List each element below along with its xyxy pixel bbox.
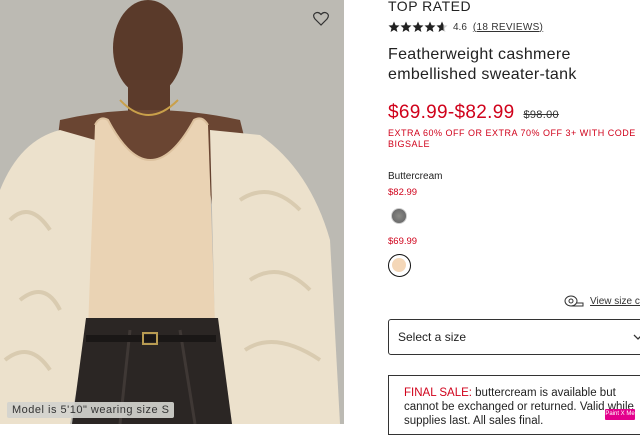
model-illustration xyxy=(0,0,344,424)
star-partial-icon xyxy=(436,21,448,32)
original-price: $98.00 xyxy=(523,109,559,121)
size-chart-link[interactable]: View size ch xyxy=(564,295,640,307)
size-select-placeholder: Select a size xyxy=(398,330,467,344)
star-full-icon xyxy=(412,21,424,32)
buttercream-swatch[interactable] xyxy=(388,254,411,277)
swatch-price-buttercream: $69.99 xyxy=(388,236,418,247)
heather-grey-swatch[interactable] xyxy=(391,208,407,224)
star-full-icon xyxy=(400,21,412,32)
price-row: $69.99-$82.99 $98.00 xyxy=(388,102,559,124)
extension-badge[interactable]: Paint X Me xyxy=(605,409,635,420)
size-select[interactable]: Select a size xyxy=(388,319,640,355)
size-chart-label: View size ch xyxy=(590,295,640,307)
product-title: Featherweight cashmere embellished sweat… xyxy=(388,46,577,83)
promo-message: EXTRA 60% OFF OR EXTRA 70% OFF 3+ WITH C… xyxy=(388,128,636,149)
wishlist-button[interactable] xyxy=(312,9,330,27)
rating-value: 4.6 xyxy=(453,21,467,33)
rating-stars xyxy=(388,21,448,33)
rating-row: 4.6 (18 REVIEWS) xyxy=(388,20,543,34)
model-size-caption: Model is 5'10" wearing size S xyxy=(7,402,175,418)
heart-outline-icon xyxy=(313,11,329,26)
sale-price-range: $69.99-$82.99 xyxy=(388,102,515,123)
final-sale-label: FINAL SALE: xyxy=(404,387,472,399)
star-full-icon xyxy=(388,21,400,32)
buttercream-swatch-fill xyxy=(392,258,406,272)
chevron-down-icon xyxy=(633,334,640,340)
star-full-icon xyxy=(424,21,436,32)
top-rated-badge: TOP RATED xyxy=(388,0,472,14)
selected-color-name: Buttercream xyxy=(388,171,443,182)
swatch-price-grey: $82.99 xyxy=(388,187,418,198)
product-photo[interactable]: Model is 5'10" wearing size S xyxy=(0,0,344,424)
final-sale-notice: FINAL SALE: buttercream is available but… xyxy=(388,375,640,435)
measuring-tape-icon xyxy=(564,295,584,307)
reviews-link[interactable]: (18 REVIEWS) xyxy=(473,22,543,33)
